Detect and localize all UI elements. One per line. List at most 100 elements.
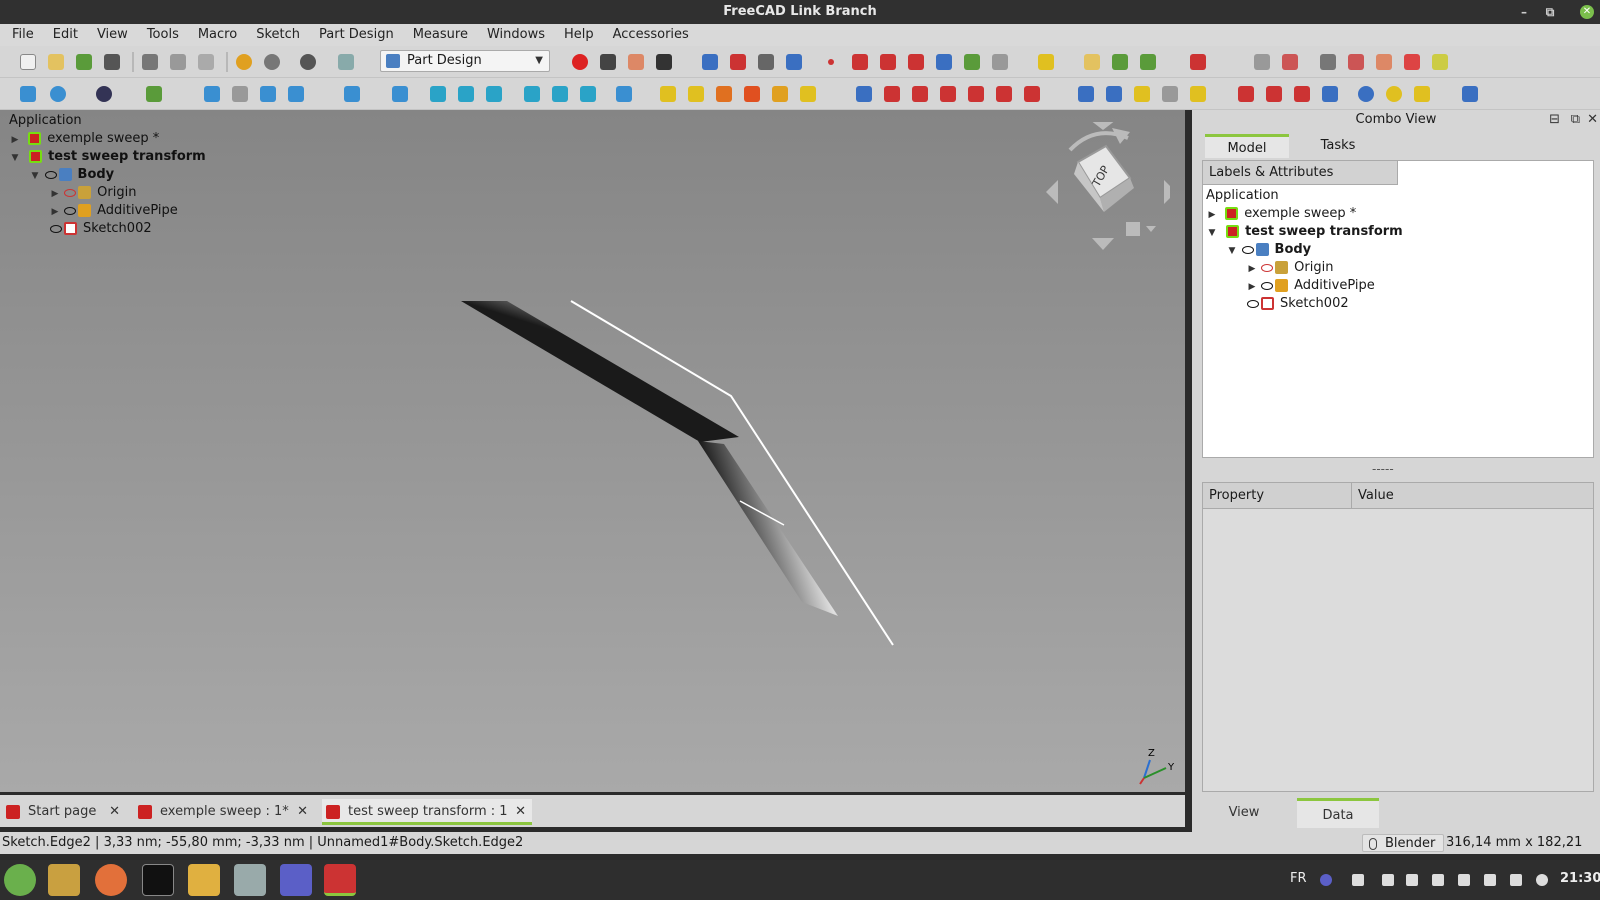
paste-icon[interactable]	[198, 54, 214, 70]
splitter-handle[interactable]: -----	[1372, 462, 1394, 476]
shaft-design-icon[interactable]	[1386, 86, 1402, 102]
group-icon[interactable]	[1084, 54, 1100, 70]
additive-primitive-icon[interactable]	[800, 86, 816, 102]
restore-icon[interactable]: ⧉	[1540, 0, 1560, 24]
eye-hidden-icon[interactable]	[1261, 263, 1274, 272]
link-select-icon[interactable]	[1190, 54, 1206, 70]
scene-canvas[interactable]	[0, 110, 1185, 792]
nav-up-arrow-icon[interactable]	[1090, 122, 1116, 130]
local-cs-icon[interactable]	[908, 54, 924, 70]
tree-item-origin[interactable]: ▶ Origin	[1247, 259, 1334, 277]
navigation-cube[interactable]: TOP	[1040, 122, 1170, 252]
addon-tool-icon[interactable]	[1320, 54, 1336, 70]
link-icon[interactable]	[1038, 54, 1054, 70]
rear-view-icon[interactable]	[524, 86, 540, 102]
tab-model[interactable]: Model	[1205, 134, 1289, 158]
zoom-icon[interactable]	[344, 86, 360, 102]
undo-icon[interactable]	[236, 54, 252, 70]
menu-part-design[interactable]: Part Design	[307, 24, 401, 46]
groove-icon[interactable]	[912, 86, 928, 102]
redo-icon[interactable]	[264, 54, 280, 70]
addon-tool-icon[interactable]	[1432, 54, 1448, 70]
chevron-down-icon[interactable]: ▼	[1227, 242, 1237, 260]
eye-icon[interactable]	[1247, 299, 1259, 308]
keyboard-layout[interactable]: FR	[1290, 871, 1307, 886]
eye-icon[interactable]	[64, 206, 77, 215]
tab-exemple-sweep[interactable]: exemple sweep : 1* ✕	[134, 799, 314, 825]
multi-transform-icon[interactable]	[1162, 86, 1178, 102]
open-icon[interactable]	[48, 54, 64, 70]
sub-shape-binder-icon[interactable]	[936, 54, 952, 70]
execute-macro-icon[interactable]	[656, 54, 672, 70]
top-view-icon[interactable]	[458, 86, 474, 102]
tree-item-sketch[interactable]: Sketch002	[50, 220, 152, 238]
shield-icon[interactable]	[1352, 874, 1364, 886]
close-icon[interactable]: ✕	[109, 799, 120, 825]
tab-view[interactable]: View	[1192, 798, 1296, 828]
thickness-icon[interactable]	[1322, 86, 1338, 102]
fit-all-icon[interactable]	[20, 86, 36, 102]
datum-point-icon[interactable]	[828, 59, 834, 65]
volume-icon[interactable]	[1510, 874, 1522, 886]
3d-viewport[interactable]: Application ▶ exemple sweep * ▼ test swe…	[0, 110, 1185, 792]
revolution-icon[interactable]	[688, 86, 704, 102]
part-icon[interactable]	[992, 54, 1008, 70]
pipe-segment-1[interactable]	[461, 301, 739, 442]
new-document-icon[interactable]	[20, 54, 36, 70]
datum-plane-icon[interactable]	[880, 54, 896, 70]
firefox-icon[interactable]	[95, 864, 127, 896]
menu-edit[interactable]: Edit	[41, 24, 85, 46]
menu-macro[interactable]: Macro	[186, 24, 244, 46]
image-viewer-icon[interactable]	[234, 864, 266, 896]
shape-binder-icon[interactable]	[786, 54, 802, 70]
measure-icon[interactable]	[616, 86, 632, 102]
property-view[interactable]: Property Value	[1202, 482, 1594, 792]
refresh-icon[interactable]	[300, 54, 316, 70]
tree-item-sketch[interactable]: Sketch002	[1247, 295, 1349, 313]
create-sketch-icon[interactable]	[730, 54, 746, 70]
chamfer-icon[interactable]	[1266, 86, 1282, 102]
tree-item-doc1[interactable]: ▶ exemple sweep *	[1207, 205, 1357, 223]
whats-this-icon[interactable]	[338, 54, 354, 70]
eye-icon[interactable]	[44, 170, 57, 179]
tab-test-sweep-transform[interactable]: test sweep transform : 1 ✕	[322, 799, 532, 825]
subtractive-loft-icon[interactable]	[940, 86, 956, 102]
tree-item-doc2[interactable]: ▼ test sweep transform	[10, 148, 206, 166]
subtractive-pipe-icon[interactable]	[968, 86, 984, 102]
isometric-icon[interactable]	[392, 86, 408, 102]
loft-icon[interactable]	[716, 86, 732, 102]
subtractive-primitive-icon[interactable]	[1024, 86, 1040, 102]
create-body-icon[interactable]	[702, 54, 718, 70]
files-icon[interactable]	[48, 864, 80, 896]
nav-left-arrow-icon[interactable]	[1046, 180, 1058, 204]
tree-item-pipe[interactable]: ▶ AdditivePipe	[1247, 277, 1375, 295]
clock[interactable]: 21:30	[1560, 871, 1600, 886]
link-replace-icon[interactable]	[1112, 54, 1128, 70]
validate-sketch-icon[interactable]	[758, 54, 774, 70]
back-arrow-icon[interactable]	[204, 86, 220, 102]
fillet-icon[interactable]	[1238, 86, 1254, 102]
record-macro-icon[interactable]	[572, 54, 588, 70]
menu-sketch[interactable]: Sketch	[244, 24, 307, 46]
eye-icon[interactable]	[1261, 281, 1274, 290]
nvidia-icon[interactable]	[1406, 874, 1418, 886]
teams-icon[interactable]	[280, 864, 312, 896]
pocket-icon[interactable]	[856, 86, 872, 102]
eye-hidden-icon[interactable]	[64, 188, 77, 197]
tree-item-body[interactable]: ▼ Body	[30, 166, 115, 184]
right-view-icon[interactable]	[486, 86, 502, 102]
printer-icon[interactable]	[1432, 874, 1444, 886]
chevron-right-icon[interactable]: ▶	[1247, 278, 1257, 296]
addon-tool-icon[interactable]	[1376, 54, 1392, 70]
update-icon[interactable]	[1458, 874, 1470, 886]
save-icon[interactable]	[76, 54, 92, 70]
stop-macro-icon[interactable]	[600, 54, 616, 70]
minimize-icon[interactable]: –	[1514, 0, 1534, 24]
teams-tray-icon[interactable]	[1320, 874, 1332, 886]
boolean-icon[interactable]	[1190, 86, 1206, 102]
pad-icon[interactable]	[660, 86, 676, 102]
chevron-right-icon[interactable]: ▶	[50, 203, 60, 221]
network-icon[interactable]	[1484, 874, 1496, 886]
folder-icon[interactable]	[188, 864, 220, 896]
bounding-box-icon[interactable]	[146, 86, 162, 102]
